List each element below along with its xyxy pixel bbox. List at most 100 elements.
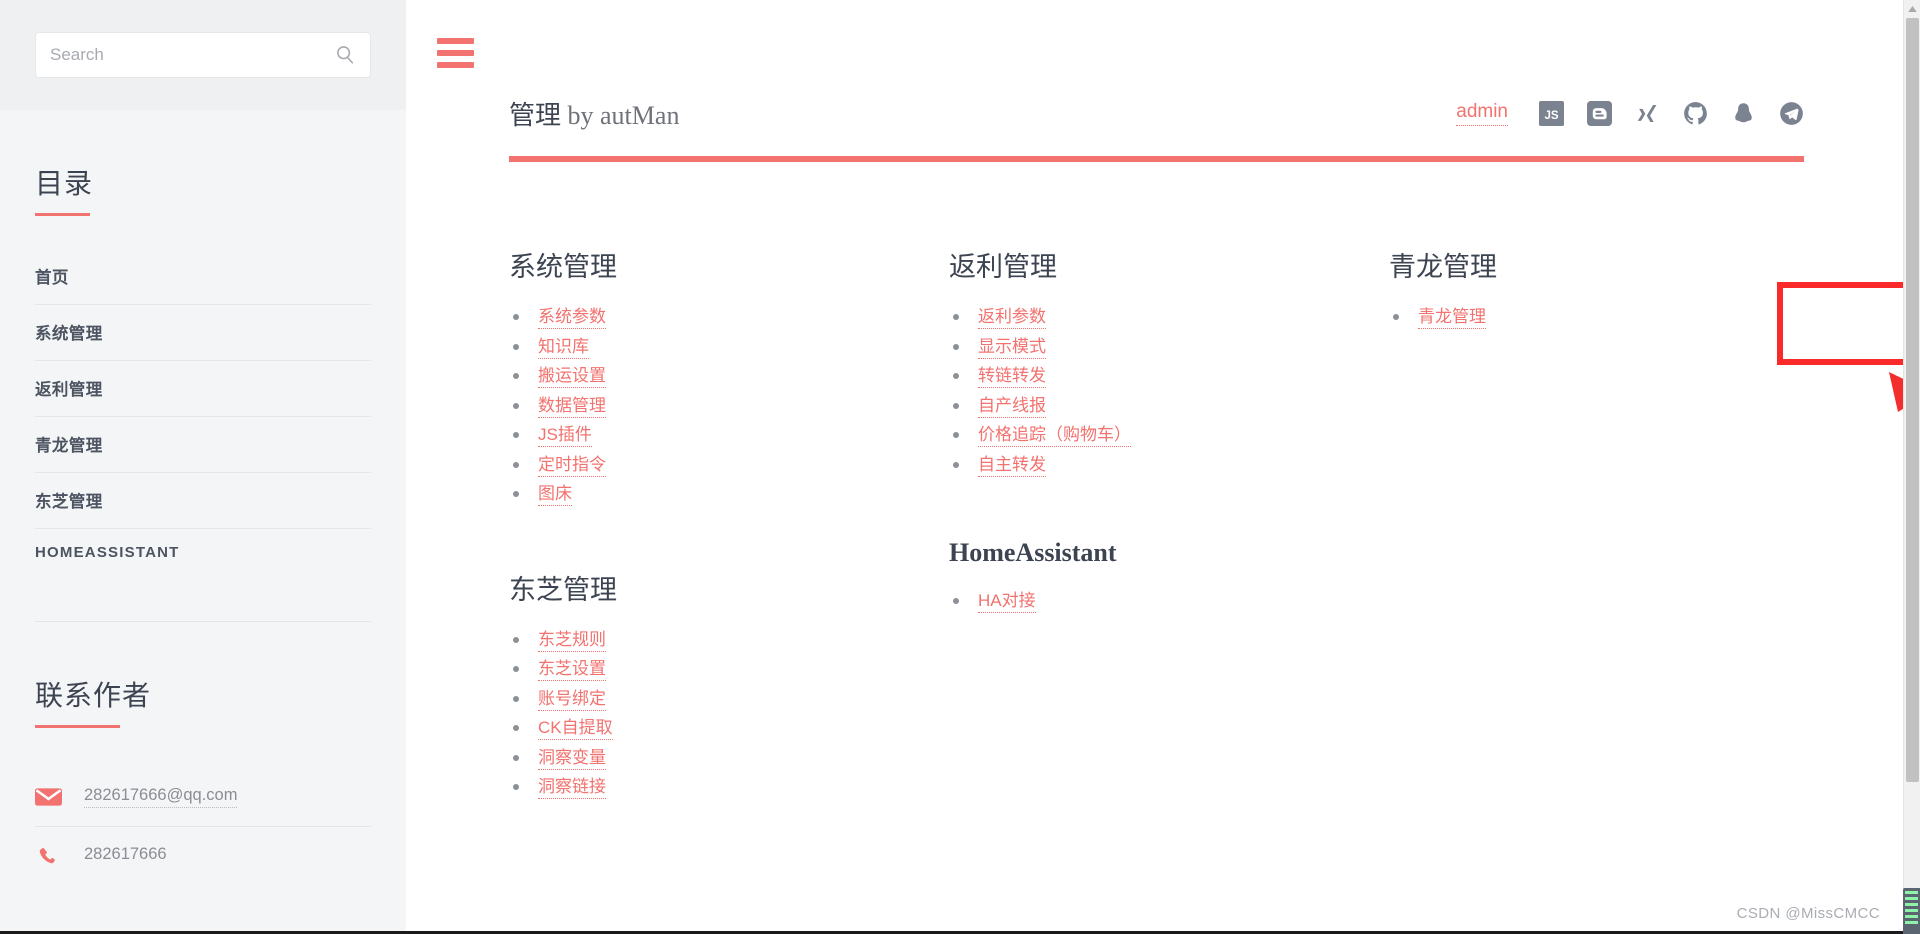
- contact-row-phone[interactable]: 282617666: [35, 827, 371, 885]
- hamburger-bar-2: [437, 50, 474, 56]
- catalog-heading: 目录: [35, 169, 94, 200]
- link-self-forward[interactable]: 自主转发: [978, 454, 1046, 477]
- sidebar: 目录 首页 系统管理 返利管理 青龙管理 东芝管理 HOMEASSISTANT …: [0, 0, 406, 934]
- page-title-cjk: 管理: [509, 101, 562, 130]
- link-knowledge-base[interactable]: 知识库: [538, 336, 589, 359]
- search-box[interactable]: [35, 32, 371, 78]
- sidebar-item-toshiba[interactable]: 东芝管理: [35, 473, 371, 529]
- list-item: 图床: [509, 482, 949, 506]
- link-scheduled-command[interactable]: 定时指令: [538, 454, 606, 477]
- group-system-management: 系统管理 系统参数 知识库 搬运设置 数据管理 JS插件 定时指令 图床: [509, 245, 949, 506]
- link-data-management[interactable]: 数据管理: [538, 395, 606, 418]
- admin-link[interactable]: admin: [1456, 101, 1508, 126]
- link-self-produced-deals[interactable]: 自产线报: [978, 395, 1046, 418]
- widget-bar: [1905, 915, 1918, 918]
- group-title: HomeAssistant: [949, 538, 1117, 567]
- link-list: 系统参数 知识库 搬运设置 数据管理 JS插件 定时指令 图床: [509, 305, 949, 506]
- list-item: 搬运设置: [509, 364, 949, 388]
- link-account-binding[interactable]: 账号绑定: [538, 688, 606, 711]
- widget-bar: [1905, 891, 1918, 894]
- contact-list: 282617666@qq.com 282617666: [35, 768, 371, 885]
- sidebar-item-system[interactable]: 系统管理: [35, 305, 371, 361]
- link-ck-auto-extract[interactable]: CK自提取: [538, 718, 613, 740]
- main-content: 管理 by autMan admin JS 系统管理 系统参数 知识库 搬运设置…: [406, 0, 1920, 934]
- list-item: CK自提取: [509, 716, 949, 740]
- column-3: 青龙管理 青龙管理: [1389, 245, 1829, 805]
- watermark: CSDN @MissCMCC: [1736, 905, 1880, 922]
- sidebar-nav: 首页 系统管理 返利管理 青龙管理 东芝管理 HOMEASSISTANT: [35, 249, 371, 622]
- blogger-icon[interactable]: [1586, 101, 1612, 127]
- contact-phone-text[interactable]: 282617666: [84, 845, 167, 866]
- widget-bar: [1905, 897, 1918, 900]
- link-toshiba-rules[interactable]: 东芝规则: [538, 629, 606, 652]
- list-item: 自产线报: [949, 394, 1389, 418]
- group-title: 青龙管理: [1389, 252, 1497, 282]
- sidebar-item-qinglong[interactable]: 青龙管理: [35, 417, 371, 473]
- list-item: 定时指令: [509, 453, 949, 477]
- hamburger-bar-3: [437, 62, 474, 68]
- qq-icon[interactable]: [1730, 101, 1756, 127]
- link-link-convert-forward[interactable]: 转链转发: [978, 366, 1046, 388]
- link-list: 青龙管理: [1389, 305, 1829, 329]
- list-item: 显示模式: [949, 335, 1389, 359]
- contact-block: 联系作者 282617666@qq.com 282617666: [35, 674, 371, 885]
- xing-icon[interactable]: [1634, 101, 1660, 127]
- link-list: 返利参数 显示模式 转链转发 自产线报 价格追踪（购物车） 自主转发: [949, 305, 1389, 477]
- scroll-up-arrow-icon[interactable]: [1904, 0, 1920, 17]
- sidebar-item-rebate[interactable]: 返利管理: [35, 361, 371, 417]
- link-system-params[interactable]: 系统参数: [538, 307, 606, 329]
- widget-bar: [1905, 909, 1918, 912]
- group-homeassistant: HomeAssistant HA对接: [949, 538, 1389, 613]
- widget-bar: [1905, 921, 1918, 924]
- list-item: 东芝规则: [509, 628, 949, 652]
- search-icon[interactable]: [334, 44, 356, 66]
- header-links: admin JS: [1456, 101, 1804, 127]
- contact-heading: 联系作者: [35, 681, 152, 712]
- link-list: 东芝规则 东芝设置 账号绑定 CK自提取 洞察变量 洞察链接: [509, 628, 949, 799]
- telegram-icon[interactable]: [1778, 101, 1804, 127]
- vertical-scrollbar[interactable]: [1903, 0, 1920, 934]
- list-item: 洞察变量: [509, 746, 949, 770]
- list-item: JS插件: [509, 423, 949, 447]
- link-insight-variable[interactable]: 洞察变量: [538, 747, 606, 770]
- hamburger-menu-icon[interactable]: [437, 38, 474, 68]
- contact-row-email[interactable]: 282617666@qq.com: [35, 768, 371, 827]
- page-header-row: 管理 by autMan admin JS: [509, 95, 1804, 156]
- sidebar-item-home[interactable]: 首页: [35, 249, 371, 305]
- link-rebate-params[interactable]: 返利参数: [978, 307, 1046, 329]
- link-display-mode[interactable]: 显示模式: [978, 336, 1046, 359]
- list-item: 账号绑定: [509, 687, 949, 711]
- link-qinglong-management[interactable]: 青龙管理: [1418, 307, 1486, 329]
- link-transfer-settings[interactable]: 搬运设置: [538, 366, 606, 388]
- list-item: 数据管理: [509, 394, 949, 418]
- js-icon[interactable]: JS: [1538, 101, 1564, 127]
- github-icon[interactable]: [1682, 101, 1708, 127]
- list-item: 转链转发: [949, 364, 1389, 388]
- list-item: 知识库: [509, 335, 949, 359]
- scrollbar-bottom-widget[interactable]: [1903, 888, 1920, 934]
- contact-email-text[interactable]: 282617666@qq.com: [84, 786, 238, 808]
- group-title: 系统管理: [509, 252, 617, 282]
- svg-text:JS: JS: [1544, 110, 1558, 122]
- page-root: 目录 首页 系统管理 返利管理 青龙管理 东芝管理 HOMEASSISTANT …: [0, 0, 1920, 934]
- list-item: 青龙管理: [1389, 305, 1829, 329]
- link-price-tracking[interactable]: 价格追踪（购物车）: [978, 425, 1131, 447]
- page-title: 管理 by autMan: [509, 95, 679, 132]
- link-image-host[interactable]: 图床: [538, 484, 572, 506]
- link-insight-link[interactable]: 洞察链接: [538, 777, 606, 799]
- search-input[interactable]: [50, 45, 334, 65]
- sidebar-item-homeassistant[interactable]: HOMEASSISTANT: [35, 529, 371, 622]
- group-qinglong-management: 青龙管理 青龙管理: [1389, 245, 1829, 329]
- link-js-plugin[interactable]: JS插件: [538, 425, 592, 447]
- sidebar-search-area: [0, 0, 406, 110]
- envelope-icon: [35, 783, 62, 810]
- link-ha-integration[interactable]: HA对接: [978, 591, 1036, 613]
- group-title: 东芝管理: [509, 574, 617, 605]
- contact-heading-rule: [35, 725, 120, 728]
- list-item: 洞察链接: [509, 775, 949, 799]
- link-toshiba-settings[interactable]: 东芝设置: [538, 659, 606, 681]
- list-item: 系统参数: [509, 305, 949, 329]
- scrollbar-thumb[interactable]: [1906, 18, 1919, 782]
